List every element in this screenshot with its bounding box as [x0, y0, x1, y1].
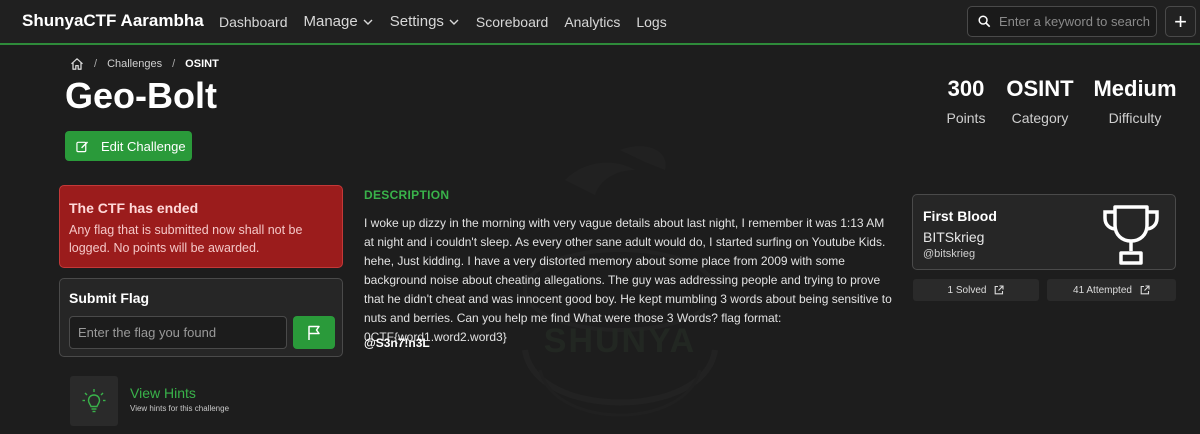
top-navbar: ShunyaCTF Aarambha Dashboard Manage Sett…	[0, 0, 1200, 45]
submit-flag-heading: Submit Flag	[69, 290, 150, 306]
challenge-description: I woke up dizzy in the morning with very…	[364, 216, 892, 344]
nav-scoreboard[interactable]: Scoreboard	[476, 14, 548, 30]
breadcrumb-separator: /	[94, 58, 98, 70]
stat-points-label: Points	[946, 110, 986, 126]
solved-count-button[interactable]: 1 Solved	[913, 279, 1039, 301]
alert-body: Any flag that is submitted now shall not…	[69, 223, 303, 255]
flag-icon	[308, 325, 320, 340]
edit-challenge-button[interactable]: Edit Challenge	[65, 131, 192, 161]
brand-name[interactable]: ShunyaCTF Aarambha	[22, 11, 204, 31]
chevron-down-icon	[449, 19, 459, 25]
first-blood-card: First Blood BITSkrieg @bitskrieg	[912, 194, 1176, 270]
solved-count-label: 1 Solved	[947, 284, 987, 296]
stat-points: 300 Points	[936, 76, 996, 126]
chevron-down-icon	[363, 19, 373, 25]
nav-manage[interactable]: Manage	[304, 13, 374, 30]
flag-input[interactable]	[69, 316, 287, 349]
submit-flag-button[interactable]	[293, 316, 335, 349]
add-button[interactable]: +	[1165, 6, 1196, 37]
view-hints-subtitle: View hints for this challenge	[130, 404, 230, 413]
nav-settings[interactable]: Settings	[390, 13, 460, 30]
stat-category-label: Category	[1011, 110, 1069, 126]
main-nav: Dashboard Manage Settings Scoreboard Ana…	[219, 0, 683, 43]
home-icon[interactable]	[70, 57, 84, 71]
breadcrumb: / Challenges / OSINT	[70, 57, 219, 71]
stat-points-value: 300	[947, 76, 985, 101]
stat-difficulty-label: Difficulty	[1108, 110, 1162, 126]
nav-analytics[interactable]: Analytics	[564, 14, 620, 30]
stat-difficulty: Medium Difficulty	[1088, 76, 1182, 126]
external-link-icon	[1140, 285, 1150, 295]
page-title: Geo-Bolt	[65, 75, 217, 116]
stat-category: OSINT Category	[1000, 76, 1080, 126]
alert-heading: The CTF has ended	[69, 200, 199, 216]
stat-difficulty-value: Medium	[1093, 76, 1177, 101]
edit-challenge-label: Edit Challenge	[101, 138, 186, 154]
lightbulb-icon	[82, 389, 106, 413]
hints-icon-box[interactable]	[70, 376, 118, 426]
nav-settings-label: Settings	[389, 13, 444, 30]
edit-icon	[76, 140, 89, 152]
nav-manage-label: Manage	[303, 13, 358, 30]
nav-dashboard[interactable]: Dashboard	[219, 14, 288, 30]
external-link-icon	[995, 285, 1005, 295]
first-blood-heading: First Blood	[923, 208, 997, 224]
trophy-icon	[1103, 205, 1159, 265]
search-icon	[978, 15, 991, 28]
attempted-count-button[interactable]: 41 Attempted	[1047, 279, 1176, 301]
nav-logs[interactable]: Logs	[636, 14, 666, 30]
ctf-ended-alert: The CTF has ended Any flag that is submi…	[59, 185, 343, 268]
view-hints-link[interactable]: View Hints	[130, 385, 196, 401]
stat-category-value: OSINT	[1006, 76, 1074, 101]
first-blood-team[interactable]: BITSkrieg	[923, 229, 984, 245]
challenge-author: @S3n7!n3L	[364, 336, 430, 350]
breadcrumb-current: OSINT	[185, 58, 219, 70]
submit-flag-card: Submit Flag	[59, 278, 343, 357]
search-input[interactable]	[999, 14, 1154, 29]
breadcrumb-separator: /	[172, 58, 176, 70]
description-heading: DESCRIPTION	[364, 188, 450, 202]
breadcrumb-challenges[interactable]: Challenges	[107, 58, 162, 70]
attempted-count-label: 41 Attempted	[1073, 284, 1132, 296]
first-blood-handle: @bitskrieg	[923, 248, 976, 260]
search-box	[967, 6, 1157, 37]
